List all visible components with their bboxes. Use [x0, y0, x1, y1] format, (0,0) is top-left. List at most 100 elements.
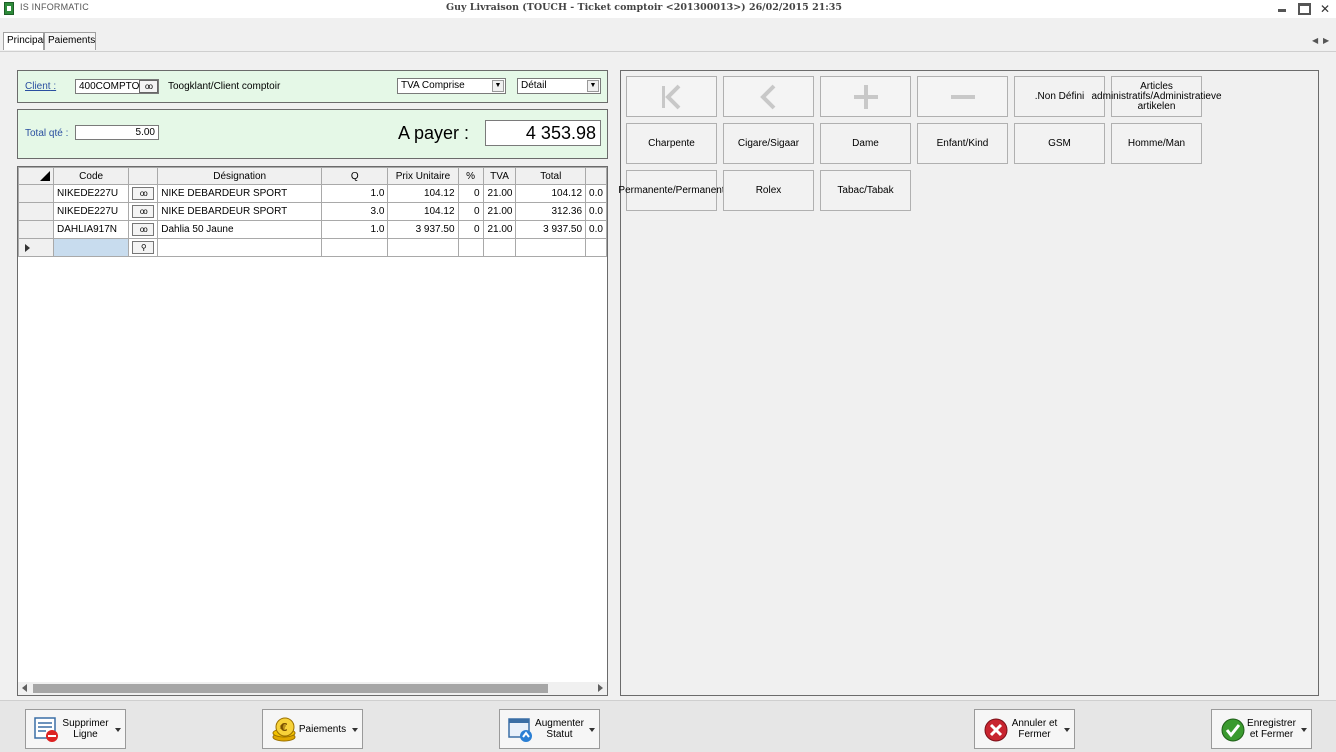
tva-mode-select[interactable]: TVA Comprise ▼ — [397, 78, 506, 94]
cell-q-new[interactable] — [321, 238, 389, 257]
cell-q[interactable]: 1.0 — [321, 220, 389, 239]
chevron-down-icon[interactable] — [1301, 728, 1307, 732]
cell-prix-new[interactable] — [387, 238, 459, 257]
scroll-right-icon[interactable] — [598, 684, 603, 692]
cell-tva[interactable]: 21.00 — [482, 220, 517, 239]
tab-principal[interactable]: Principal — [3, 32, 45, 50]
row-header[interactable] — [18, 202, 54, 221]
select-all-corner[interactable] — [18, 167, 54, 185]
cell-total[interactable]: 104.12 — [515, 184, 587, 203]
row-header[interactable] — [18, 220, 54, 239]
cell-extra[interactable]: 0.0 — [585, 202, 607, 221]
chevron-down-icon[interactable] — [1064, 728, 1070, 732]
scrollbar-thumb[interactable] — [33, 684, 548, 693]
cell-extra[interactable]: 0.0 — [585, 184, 607, 203]
cell-percent[interactable]: 0 — [457, 202, 484, 221]
cell-total-new[interactable] — [515, 238, 587, 257]
category-dame[interactable]: Dame — [820, 123, 911, 164]
tab-scroll-right-icon[interactable]: ▶ — [1323, 36, 1329, 45]
cell-total[interactable]: 3 937.50 — [515, 220, 587, 239]
table-header: Code Désignation Q Prix Unitaire % TVA T… — [18, 167, 607, 185]
cell-prix[interactable]: 104.12 — [387, 202, 459, 221]
cell-tva[interactable]: 21.00 — [482, 202, 517, 221]
col-header-code[interactable]: Code — [52, 167, 130, 185]
col-header-tva[interactable]: TVA — [482, 167, 517, 185]
col-header-prix-unitaire[interactable]: Prix Unitaire — [387, 167, 459, 185]
cell-q[interactable]: 3.0 — [321, 202, 389, 221]
chevron-down-icon[interactable] — [589, 728, 595, 732]
checkmark-icon — [1221, 718, 1245, 742]
cell-code[interactable]: NIKEDE227U — [52, 202, 130, 221]
euro-coins-icon: € — [272, 717, 296, 742]
category-articles-administratifs[interactable]: Articles administratifs/Administratieve … — [1091, 76, 1222, 117]
tab-scroll-left-icon[interactable]: ◀ — [1312, 36, 1318, 45]
new-row[interactable]: ⚲ — [18, 238, 607, 257]
cell-percent[interactable]: 0 — [457, 184, 484, 203]
glasses-icon[interactable]: oo — [132, 223, 155, 236]
cell-extra[interactable]: 0.0 — [585, 220, 607, 239]
search-icon[interactable]: ⚲ — [132, 241, 155, 254]
previous-page-button[interactable] — [723, 76, 814, 117]
cell-designation[interactable]: NIKE DEBARDEUR SPORT — [157, 202, 323, 221]
cell-percent-new[interactable] — [457, 238, 484, 257]
paiements-button[interactable]: € Paiements — [262, 709, 363, 749]
chevron-down-icon[interactable]: ▼ — [587, 80, 599, 92]
first-page-icon — [661, 84, 680, 109]
cell-tva-new[interactable] — [482, 238, 517, 257]
category-charpente[interactable]: Charpente — [626, 123, 717, 164]
table-row[interactable]: DAHLIA917N oo Dahlia 50 Jaune 1.0 3 937.… — [18, 220, 607, 239]
cell-designation-new[interactable] — [157, 238, 323, 257]
row-header-current[interactable] — [18, 238, 54, 257]
cell-tva[interactable]: 21.00 — [482, 184, 517, 203]
augmenter-statut-label: Augmenter Statut — [535, 718, 584, 740]
horizontal-scrollbar[interactable] — [18, 682, 607, 695]
chevron-down-icon[interactable] — [352, 728, 358, 732]
glasses-icon[interactable]: oo — [132, 205, 155, 218]
client-panel: Client : 400COMPTO oo Toogklant/Client c… — [17, 70, 608, 103]
client-lookup-glasses-icon[interactable]: oo — [139, 80, 158, 93]
cell-code[interactable]: NIKEDE227U — [52, 184, 130, 203]
category-rolex[interactable]: Rolex — [723, 170, 814, 211]
supprimer-ligne-button[interactable]: Supprimer Ligne — [25, 709, 126, 749]
category-permanente[interactable]: Permanente/Permanent — [618, 170, 725, 211]
category-gsm[interactable]: GSM — [1014, 123, 1105, 164]
cell-code-new[interactable] — [52, 238, 130, 257]
enregistrer-fermer-button[interactable]: Enregistrer et Fermer — [1211, 709, 1312, 749]
first-page-button[interactable] — [626, 76, 717, 117]
chevron-down-icon[interactable]: ▼ — [492, 80, 504, 92]
minus-button[interactable] — [917, 76, 1008, 117]
cell-code[interactable]: DAHLIA917N — [52, 220, 130, 239]
chevron-left-icon — [759, 84, 775, 109]
minimize-icon[interactable] — [1275, 2, 1289, 15]
tab-paiements[interactable]: Paiements — [44, 32, 96, 50]
cell-extra-new[interactable] — [585, 238, 607, 257]
view-mode-select[interactable]: Détail ▼ — [517, 78, 601, 94]
cell-q[interactable]: 1.0 — [321, 184, 389, 203]
cell-designation[interactable]: Dahlia 50 Jaune — [157, 220, 323, 239]
cell-designation[interactable]: NIKE DEBARDEUR SPORT — [157, 184, 323, 203]
cell-total[interactable]: 312.36 — [515, 202, 587, 221]
close-icon[interactable]: ✕ — [1318, 2, 1332, 16]
cell-prix[interactable]: 3 937.50 — [387, 220, 459, 239]
chevron-down-icon[interactable] — [115, 728, 121, 732]
category-tabac[interactable]: Tabac/Tabak — [820, 170, 911, 211]
category-homme[interactable]: Homme/Man — [1111, 123, 1202, 164]
cell-prix[interactable]: 104.12 — [387, 184, 459, 203]
category-enfant[interactable]: Enfant/Kind — [917, 123, 1008, 164]
row-header[interactable] — [18, 184, 54, 203]
col-header-total[interactable]: Total — [515, 167, 587, 185]
scroll-left-icon[interactable] — [22, 684, 27, 692]
table-row[interactable]: NIKEDE227U oo NIKE DEBARDEUR SPORT 3.0 1… — [18, 202, 607, 221]
col-header-q[interactable]: Q — [321, 167, 389, 185]
plus-button[interactable] — [820, 76, 911, 117]
client-label[interactable]: Client : — [25, 81, 56, 92]
cell-percent[interactable]: 0 — [457, 220, 484, 239]
col-header-designation[interactable]: Désignation — [157, 167, 323, 185]
col-header-percent[interactable]: % — [457, 167, 484, 185]
glasses-icon[interactable]: oo — [132, 187, 155, 200]
augmenter-statut-button[interactable]: Augmenter Statut — [499, 709, 600, 749]
table-row[interactable]: NIKEDE227U oo NIKE DEBARDEUR SPORT 1.0 1… — [18, 184, 607, 203]
category-cigare[interactable]: Cigare/Sigaar — [723, 123, 814, 164]
restore-icon[interactable] — [1297, 2, 1311, 15]
annuler-fermer-button[interactable]: Annuler et Fermer — [974, 709, 1075, 749]
